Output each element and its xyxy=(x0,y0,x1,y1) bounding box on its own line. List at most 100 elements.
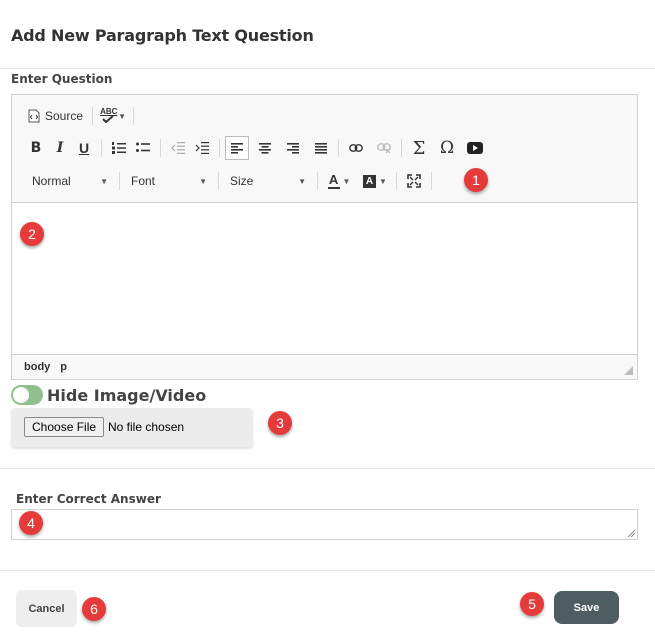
maximize-button[interactable] xyxy=(402,169,426,193)
toolbar-separator xyxy=(218,172,219,190)
indent-icon xyxy=(195,142,209,154)
unlink-button[interactable] xyxy=(372,136,396,160)
chevron-down-icon: ▼ xyxy=(298,176,306,186)
toolbar-separator xyxy=(219,139,220,157)
editor-toolbar: Source ABC ▼ B I U Σ Ω Normal ▼ Font ▼ S… xyxy=(12,95,637,203)
sigma-icon: Σ xyxy=(412,137,426,159)
toolbar-row-2: B I U Σ Ω xyxy=(24,136,487,160)
align-left-button[interactable] xyxy=(225,136,249,160)
chevron-down-icon: ▼ xyxy=(118,111,126,121)
align-center-button[interactable] xyxy=(253,136,277,160)
background-color-icon: A xyxy=(363,174,377,188)
bold-icon: B xyxy=(30,140,42,156)
editor-content-area[interactable] xyxy=(12,203,637,353)
align-center-icon xyxy=(259,142,271,154)
background-color-button[interactable]: A ▼ xyxy=(359,169,391,193)
size-combo[interactable]: Size ▼ xyxy=(224,169,312,193)
toolbar-separator xyxy=(133,107,135,125)
text-color-icon: A xyxy=(327,171,340,189)
choose-file-button[interactable]: Choose File xyxy=(24,417,105,437)
toolbar-separator xyxy=(338,139,339,157)
hide-media-toggle[interactable] xyxy=(11,385,43,405)
cancel-button[interactable]: Cancel xyxy=(16,590,77,627)
numbered-list-button[interactable] xyxy=(107,136,131,160)
answer-label: Enter Correct Answer xyxy=(16,492,161,506)
path-item-p[interactable]: p xyxy=(60,361,67,373)
hide-media-toggle-row: Hide Image/Video xyxy=(11,385,206,405)
link-icon xyxy=(349,144,363,152)
bold-button[interactable]: B xyxy=(24,136,48,160)
element-path-bar: body p xyxy=(12,354,637,379)
align-right-button[interactable] xyxy=(281,136,305,160)
underline-button[interactable]: U xyxy=(72,136,96,160)
link-button[interactable] xyxy=(344,136,368,160)
toolbar-separator xyxy=(317,172,318,190)
spellcheck-icon: ABC xyxy=(100,107,117,124)
maximize-icon xyxy=(407,174,421,188)
chevron-down-icon: ▼ xyxy=(379,176,387,186)
align-left-icon xyxy=(231,142,243,154)
toolbar-separator xyxy=(396,172,397,190)
resize-grip-icon[interactable] xyxy=(624,366,633,375)
path-item-body[interactable]: body xyxy=(24,361,50,373)
dialog-title: Add New Paragraph Text Question xyxy=(11,26,314,45)
correct-answer-input[interactable] xyxy=(11,509,638,540)
spellcheck-button[interactable]: ABC ▼ xyxy=(98,104,128,128)
justify-button[interactable] xyxy=(309,136,333,160)
toolbar-separator xyxy=(92,107,94,125)
chevron-down-icon: ▼ xyxy=(342,176,351,186)
text-color-button[interactable]: A ▼ xyxy=(323,169,355,193)
toolbar-row-3: Normal ▼ Font ▼ Size ▼ A ▼ A ▼ xyxy=(26,169,437,193)
annotation-marker: 6 xyxy=(82,597,106,621)
youtube-button[interactable] xyxy=(463,136,487,160)
question-label: Enter Question xyxy=(11,72,113,86)
divider xyxy=(0,570,655,571)
indent-button[interactable] xyxy=(190,136,214,160)
unlink-icon xyxy=(377,143,391,153)
italic-button[interactable]: I xyxy=(48,136,72,160)
toolbar-separator xyxy=(119,172,120,190)
annotation-marker: 5 xyxy=(520,592,544,616)
justify-icon xyxy=(315,142,327,154)
divider xyxy=(0,68,655,69)
toolbar-separator xyxy=(101,139,102,157)
toggle-knob xyxy=(13,387,29,403)
italic-icon: I xyxy=(56,140,64,156)
source-icon xyxy=(28,109,40,123)
toolbar-separator xyxy=(160,139,161,157)
source-label: Source xyxy=(45,109,84,123)
youtube-icon xyxy=(467,142,483,154)
align-right-icon xyxy=(287,142,299,154)
annotation-marker: 3 xyxy=(268,411,292,435)
bulleted-list-button[interactable] xyxy=(131,136,155,160)
annotation-marker: 1 xyxy=(464,168,488,192)
toolbar-separator xyxy=(401,139,402,157)
format-combo[interactable]: Normal ▼ xyxy=(26,169,114,193)
rich-text-editor: Source ABC ▼ B I U Σ Ω Normal ▼ Font ▼ S… xyxy=(11,94,638,380)
special-character-button[interactable]: Ω xyxy=(435,136,459,160)
math-formula-button[interactable]: Σ xyxy=(407,136,431,160)
toolbar-separator xyxy=(431,172,432,190)
hide-media-label: Hide Image/Video xyxy=(47,385,207,405)
chevron-down-icon: ▼ xyxy=(100,176,108,186)
file-upload: Choose File No file chosen xyxy=(11,408,253,447)
bulleted-list-icon xyxy=(136,142,150,152)
underline-icon: U xyxy=(78,140,90,156)
annotation-marker: 4 xyxy=(19,511,43,535)
source-button[interactable]: Source xyxy=(24,104,87,128)
resize-grip-icon[interactable] xyxy=(627,529,635,537)
size-combo-value: Size xyxy=(230,174,254,188)
outdent-icon xyxy=(171,142,185,154)
omega-icon: Ω xyxy=(439,138,455,158)
annotation-marker: 2 xyxy=(20,222,44,246)
font-combo-value: Font xyxy=(131,174,156,188)
format-combo-value: Normal xyxy=(32,174,71,188)
toolbar-row-1: Source ABC ▼ xyxy=(24,104,139,128)
divider xyxy=(0,468,655,469)
chevron-down-icon: ▼ xyxy=(199,176,207,186)
save-button[interactable]: Save xyxy=(554,591,619,624)
outdent-button[interactable] xyxy=(166,136,190,160)
font-combo[interactable]: Font ▼ xyxy=(125,169,213,193)
numbered-list-icon xyxy=(112,142,126,154)
file-status: No file chosen xyxy=(108,420,185,434)
